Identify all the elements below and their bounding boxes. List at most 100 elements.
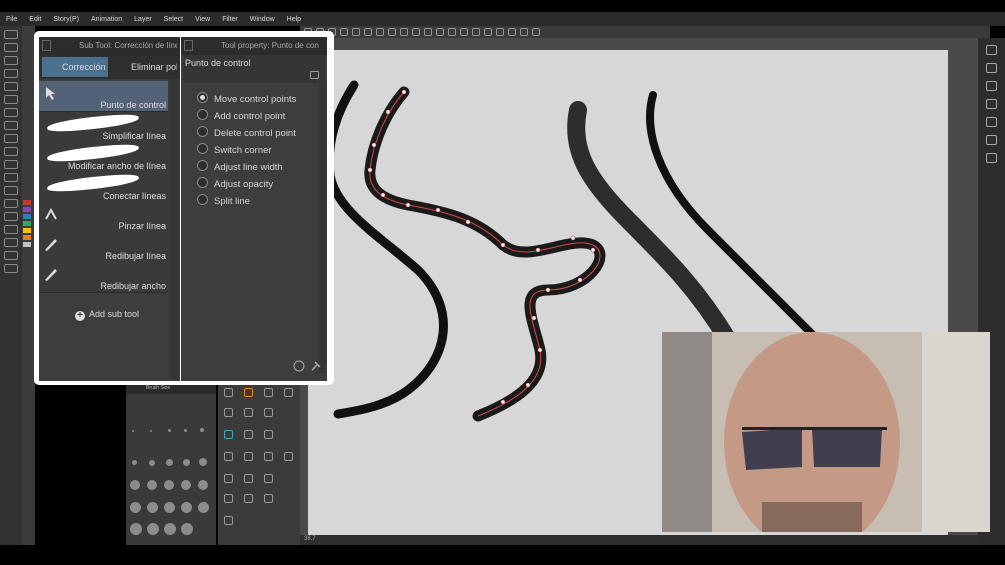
check-icon[interactable] xyxy=(532,28,540,36)
reset-icon[interactable] xyxy=(293,360,305,372)
transform-icon[interactable] xyxy=(436,28,444,36)
tool-property-scrollbar[interactable] xyxy=(319,83,326,373)
menu-select[interactable]: Select xyxy=(158,16,189,23)
brush-size-dot[interactable] xyxy=(200,428,204,432)
radio-button[interactable] xyxy=(197,177,208,188)
subtool-item-redibujar-ancho[interactable]: Redibujar ancho xyxy=(39,262,168,293)
brush-size-dot[interactable] xyxy=(130,480,140,490)
brush-size-dot[interactable] xyxy=(132,430,134,432)
brush-size-dot[interactable] xyxy=(184,429,187,432)
transform-icon[interactable] xyxy=(264,474,273,483)
text-icon[interactable] xyxy=(4,225,18,234)
water-icon[interactable] xyxy=(224,430,233,439)
subtool-item-simplificar-linea[interactable]: Simplificar línea xyxy=(39,112,168,143)
pencil-icon[interactable] xyxy=(224,408,233,417)
brush-size-dot[interactable] xyxy=(164,523,176,535)
menu-file[interactable]: File xyxy=(0,16,23,23)
menu-layer[interactable]: Layer xyxy=(128,16,158,23)
history-icon[interactable] xyxy=(986,135,997,145)
hand-icon[interactable] xyxy=(4,95,18,104)
color-swatch[interactable] xyxy=(23,235,31,240)
menu-help[interactable]: Help xyxy=(281,16,307,23)
balloon-icon[interactable] xyxy=(4,238,18,247)
menu-animation[interactable]: Animation xyxy=(85,16,128,23)
brush-size-dot[interactable] xyxy=(164,502,175,513)
flip-icon[interactable] xyxy=(496,28,504,36)
figure-icon[interactable] xyxy=(4,212,18,221)
pen-icon[interactable] xyxy=(224,452,233,461)
lasso-icon[interactable] xyxy=(4,56,18,65)
water-icon[interactable] xyxy=(264,430,273,439)
ruler-icon[interactable] xyxy=(484,28,492,36)
pen-icon[interactable] xyxy=(4,108,18,117)
airbrush-icon[interactable] xyxy=(4,147,18,156)
option-delete-control-point[interactable]: Delete control point xyxy=(197,126,296,139)
pen-icon[interactable] xyxy=(264,452,273,461)
tab-eliminar-polvo[interactable]: Eliminar polvo xyxy=(113,57,177,77)
subtool-item-conectar-lineas[interactable]: Conectar líneas xyxy=(39,172,168,203)
layer-icon[interactable] xyxy=(264,494,273,503)
brush-size-dot[interactable] xyxy=(199,458,207,466)
brush-size-dot[interactable] xyxy=(166,459,173,466)
color-swatch-icon[interactable] xyxy=(4,264,18,273)
settings-icon[interactable] xyxy=(376,28,384,36)
gradient-icon[interactable] xyxy=(4,199,18,208)
transform-icon[interactable] xyxy=(244,474,253,483)
brush-size-dot[interactable] xyxy=(130,523,142,535)
radio-button[interactable] xyxy=(197,160,208,171)
select-icon[interactable] xyxy=(4,43,18,52)
material-icon[interactable] xyxy=(986,117,997,127)
layer-icon[interactable] xyxy=(986,63,997,73)
radio-button[interactable] xyxy=(197,92,208,103)
lock-icon[interactable] xyxy=(310,71,319,79)
line-correction-icon[interactable] xyxy=(4,251,18,260)
subtool-item-modificar-ancho[interactable]: Modificar ancho de línea xyxy=(39,142,168,173)
transform-icon[interactable] xyxy=(224,474,233,483)
pencil-icon[interactable] xyxy=(264,408,273,417)
pencil-icon[interactable] xyxy=(244,408,253,417)
pen-icon[interactable] xyxy=(264,388,273,397)
menu-view[interactable]: View xyxy=(189,16,216,23)
layer-icon[interactable] xyxy=(224,494,233,503)
menu-story[interactable]: Story(P) xyxy=(47,16,85,23)
brush-size-dot[interactable] xyxy=(147,523,159,535)
brush-size-dot[interactable] xyxy=(181,480,191,490)
brush-size-dot[interactable] xyxy=(150,430,152,432)
brush-size-dot[interactable] xyxy=(181,502,192,513)
zoom-icon[interactable] xyxy=(460,28,468,36)
menu-icon[interactable] xyxy=(184,40,193,51)
info-icon[interactable] xyxy=(986,99,997,109)
brush-size-dot[interactable] xyxy=(183,459,190,466)
redo-icon[interactable] xyxy=(364,28,372,36)
option-switch-corner[interactable]: Switch corner xyxy=(197,143,272,156)
color-swatch[interactable] xyxy=(23,200,31,205)
brush-size-dot[interactable] xyxy=(147,480,157,490)
brush-size-dot[interactable] xyxy=(198,480,208,490)
menu-icon[interactable] xyxy=(42,40,51,51)
snap-icon[interactable] xyxy=(508,28,516,36)
blend-icon[interactable] xyxy=(4,160,18,169)
navigator-icon[interactable] xyxy=(986,45,997,55)
subtool-item-redibujar-linea[interactable]: Redibujar línea xyxy=(39,232,168,263)
water-icon[interactable] xyxy=(244,430,253,439)
color-swatch[interactable] xyxy=(23,228,31,233)
color-icon[interactable] xyxy=(400,28,408,36)
radio-button[interactable] xyxy=(197,126,208,137)
wrench-icon[interactable] xyxy=(311,361,321,371)
option-move-control-points[interactable]: Move control points xyxy=(197,92,296,105)
brush-size-dot[interactable] xyxy=(181,523,193,535)
radio-button[interactable] xyxy=(197,143,208,154)
brush-size-dot[interactable] xyxy=(149,460,155,466)
zoom-icon[interactable] xyxy=(4,82,18,91)
color-icon[interactable] xyxy=(412,28,420,36)
check-icon[interactable] xyxy=(520,28,528,36)
brush-size-dot[interactable] xyxy=(130,502,141,513)
image-icon[interactable] xyxy=(224,516,233,525)
brush-size-dot[interactable] xyxy=(168,429,171,432)
pen-icon[interactable] xyxy=(472,28,480,36)
brush-size-dot[interactable] xyxy=(164,480,174,490)
eyedropper-icon[interactable] xyxy=(4,69,18,78)
subtool-item-punto-de-control[interactable]: Punto de control xyxy=(39,81,168,112)
menu-edit[interactable]: Edit xyxy=(23,16,47,23)
layer-icon[interactable] xyxy=(244,494,253,503)
